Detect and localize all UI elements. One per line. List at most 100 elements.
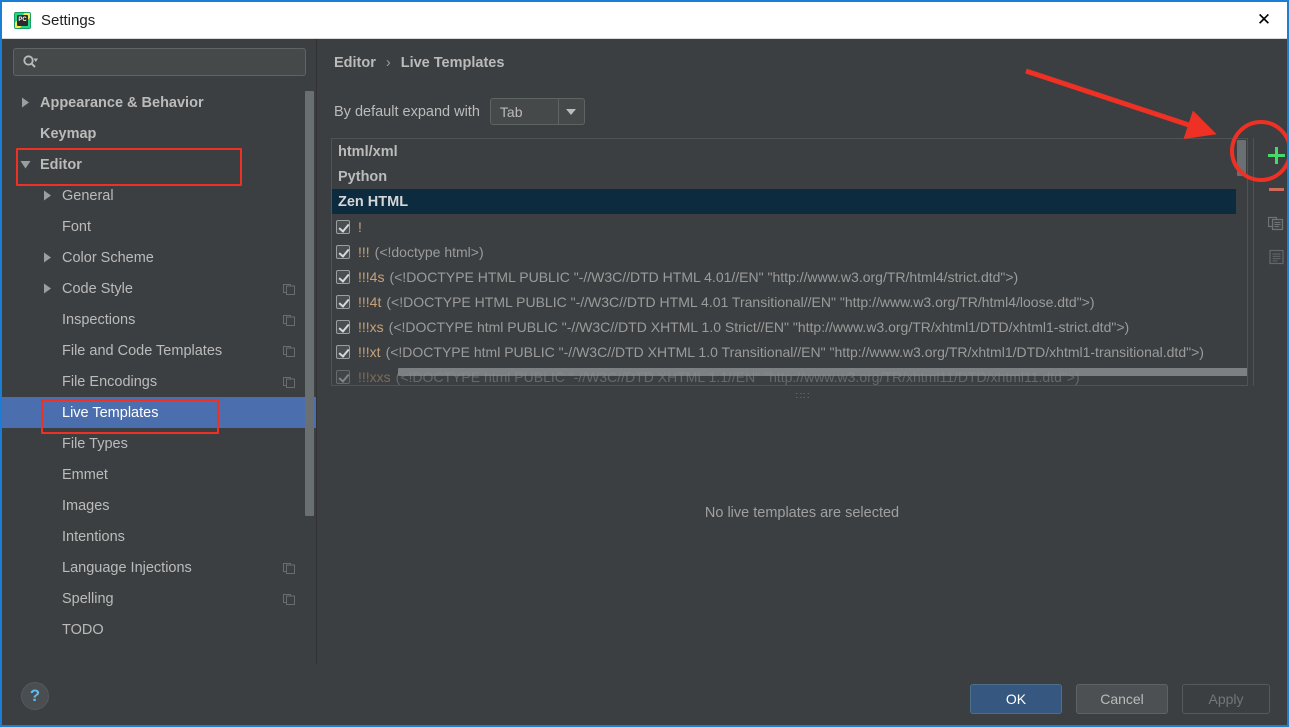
search-input[interactable]	[38, 55, 305, 70]
chevron-right-icon[interactable]	[19, 96, 32, 109]
sidebar-item-todo[interactable]: TODO	[2, 614, 317, 645]
templates-list-vscrollbar[interactable]	[1237, 140, 1246, 176]
template-row[interactable]: !!!4s(<!DOCTYPE HTML PUBLIC "-//W3C//DTD…	[332, 264, 1248, 289]
copy-settings-icon[interactable]	[283, 345, 295, 357]
template-group-label: Python	[338, 169, 387, 185]
remove-button[interactable]	[1254, 172, 1289, 206]
template-enabled-checkbox[interactable]	[336, 295, 350, 309]
template-enabled-checkbox[interactable]	[336, 370, 350, 384]
sidebar-item-general[interactable]: General	[2, 180, 317, 211]
templates-toolbar	[1253, 138, 1289, 386]
empty-state-message: No live templates are selected	[317, 505, 1287, 521]
template-description: (<!doctype html>)	[375, 244, 484, 260]
help-icon[interactable]: ?	[21, 682, 49, 710]
copy-settings-icon[interactable]	[283, 314, 295, 326]
sidebar-item-file-encodings[interactable]: File Encodings	[2, 366, 317, 397]
template-group-row[interactable]: Zen HTML	[332, 189, 1248, 214]
template-enabled-checkbox[interactable]	[336, 270, 350, 284]
sidebar-item-label: Code Style	[62, 281, 133, 297]
document-icon	[1269, 249, 1284, 265]
templates-list-hscrollbar[interactable]	[398, 368, 1248, 376]
sidebar-item-inspections[interactable]: Inspections	[2, 304, 317, 335]
template-group-label: html/xml	[338, 144, 398, 160]
template-row[interactable]: !!!xt(<!DOCTYPE html PUBLIC "-//W3C//DTD…	[332, 339, 1248, 364]
template-enabled-checkbox[interactable]	[336, 220, 350, 234]
sidebar-item-file-types[interactable]: File Types	[2, 428, 317, 459]
template-abbreviation: !!!4t	[358, 294, 381, 310]
close-icon[interactable]: ✕	[1241, 2, 1287, 38]
duplicate-button[interactable]	[1254, 206, 1289, 240]
sidebar-item-label: Editor	[40, 157, 82, 173]
copy-settings-icon[interactable]	[283, 593, 295, 605]
ok-button[interactable]: OK	[970, 684, 1062, 714]
sidebar-item-code-style[interactable]: Code Style	[2, 273, 317, 304]
search-box[interactable]	[13, 48, 306, 76]
sidebar-item-label: Emmet	[62, 467, 108, 483]
template-abbreviation: !!!	[358, 244, 370, 260]
breadcrumb-parent[interactable]: Editor	[334, 55, 376, 71]
expand-with-row: By default expand with Tab	[334, 98, 585, 125]
sidebar-item-emmet[interactable]: Emmet	[2, 459, 317, 490]
templates-list[interactable]: html/xml Python Zen HTML!!!! (<!doctype htm…	[331, 138, 1248, 386]
template-row[interactable]: !	[332, 214, 1248, 239]
sidebar-item-keymap[interactable]: Keymap	[2, 118, 317, 149]
sidebar-item-label: General	[62, 188, 114, 204]
sidebar-item-appearance-behavior[interactable]: Appearance & Behavior	[2, 87, 317, 118]
template-abbreviation: !	[358, 219, 362, 235]
template-group-label: Zen HTML	[338, 194, 408, 210]
sidebar-item-file-and-code-templates[interactable]: File and Code Templates	[2, 335, 317, 366]
settings-sidebar: Appearance & Behavior Keymap Editor General…	[2, 39, 317, 664]
templates-list-body: html/xml Python Zen HTML!!!! (<!doctype htm…	[332, 139, 1248, 386]
template-enabled-checkbox[interactable]	[336, 245, 350, 259]
template-group-row[interactable]: Python	[332, 164, 1248, 189]
copy-settings-icon[interactable]	[283, 283, 295, 295]
panel-splitter-handle[interactable]: ∷∷	[787, 391, 819, 401]
template-row[interactable]: !!! (<!doctype html>)	[332, 239, 1248, 264]
breadcrumb: Editor › Live Templates	[334, 55, 504, 71]
copy-settings-icon[interactable]	[283, 376, 295, 388]
template-description: (<!DOCTYPE html PUBLIC "-//W3C//DTD XHTM…	[386, 344, 1204, 360]
template-enabled-checkbox[interactable]	[336, 345, 350, 359]
sidebar-item-spelling[interactable]: Spelling	[2, 583, 317, 614]
sidebar-item-label: File Encodings	[62, 374, 157, 390]
sidebar-item-color-scheme[interactable]: Color Scheme	[2, 242, 317, 273]
breadcrumb-current: Live Templates	[401, 55, 505, 71]
apply-button: Apply	[1182, 684, 1270, 714]
settings-dialog: Settings ✕ Appearance & BehaviorKeymapEd…	[0, 0, 1289, 727]
sidebar-item-live-templates[interactable]: Live Templates	[2, 397, 317, 428]
template-description: (<!DOCTYPE html PUBLIC "-//W3C//DTD XHTM…	[389, 319, 1130, 335]
sidebar-item-intentions[interactable]: Intentions	[2, 521, 317, 552]
sidebar-item-editor[interactable]: Editor	[2, 149, 317, 180]
chevron-down-icon[interactable]	[19, 158, 32, 171]
cancel-button[interactable]: Cancel	[1076, 684, 1168, 714]
chevron-right-icon[interactable]	[41, 189, 54, 202]
template-group-row[interactable]: html/xml	[332, 139, 1248, 164]
sidebar-item-images[interactable]: Images	[2, 490, 317, 521]
sidebar-item-label: Spelling	[62, 591, 114, 607]
add-button[interactable]	[1254, 138, 1289, 172]
chevron-down-icon[interactable]	[558, 99, 584, 124]
chevron-right-icon[interactable]	[41, 251, 54, 264]
template-abbreviation: !!!xxs	[358, 369, 391, 385]
sidebar-item-label: TODO	[62, 622, 104, 638]
pycharm-icon	[14, 12, 31, 29]
search-icon	[22, 54, 38, 70]
sidebar-item-label: Appearance & Behavior	[40, 95, 204, 111]
template-row[interactable]: !!!xs(<!DOCTYPE html PUBLIC "-//W3C//DTD…	[332, 314, 1248, 339]
template-description: (<!DOCTYPE HTML PUBLIC "-//W3C//DTD HTML…	[386, 294, 1094, 310]
template-row[interactable]: !!!4t (<!DOCTYPE HTML PUBLIC "-//W3C//DTD…	[332, 289, 1248, 314]
template-enabled-checkbox[interactable]	[336, 320, 350, 334]
plus-icon	[1268, 147, 1285, 164]
sidebar-item-label: Live Templates	[62, 405, 158, 421]
copy-settings-icon[interactable]	[283, 562, 295, 574]
copy-group-button[interactable]	[1254, 240, 1289, 274]
expand-with-value: Tab	[491, 104, 523, 120]
content-panel: Editor › Live Templates By default expan…	[317, 39, 1287, 664]
sidebar-item-language-injections[interactable]: Language Injections	[2, 552, 317, 583]
sidebar-item-font[interactable]: Font	[2, 211, 317, 242]
sidebar-scrollbar[interactable]	[305, 91, 314, 516]
sidebar-item-label: Images	[62, 498, 110, 514]
expand-with-label: By default expand with	[334, 104, 480, 120]
expand-with-select[interactable]: Tab	[490, 98, 585, 125]
chevron-right-icon[interactable]	[41, 282, 54, 295]
